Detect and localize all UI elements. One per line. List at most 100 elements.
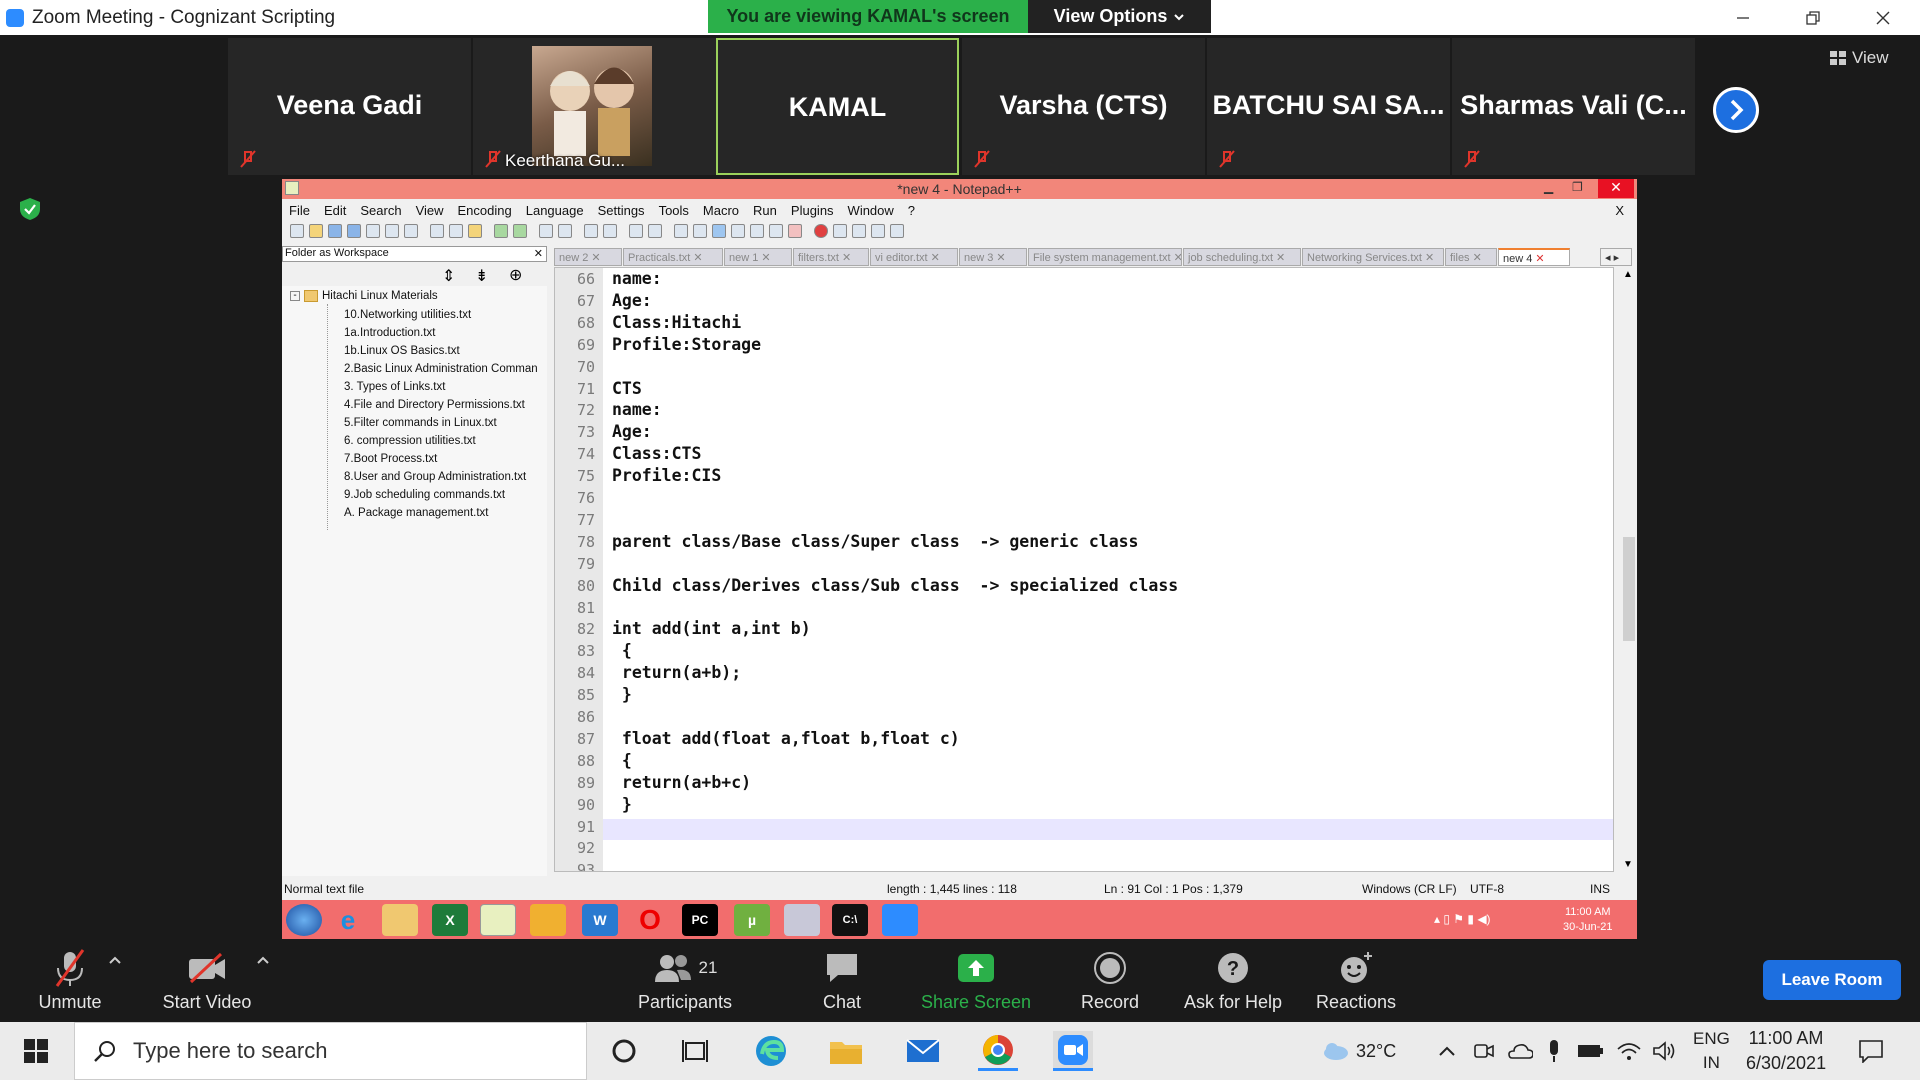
tab-scroll-arrows[interactable]: ◂ ▸	[1600, 248, 1632, 266]
minimize-button[interactable]	[1713, 0, 1773, 35]
cut-icon[interactable]	[430, 224, 444, 238]
undo-icon[interactable]	[494, 224, 508, 238]
reactions-button[interactable]: Reactions	[1286, 945, 1426, 1013]
leave-room-button[interactable]: Leave Room	[1763, 960, 1901, 1000]
remote-opera-icon[interactable]: O	[632, 904, 668, 936]
audio-options-caret[interactable]	[108, 955, 122, 965]
tree-file-item[interactable]: 9.Job scheduling commands.txt	[344, 489, 505, 501]
menu-view[interactable]: View	[409, 200, 451, 220]
collapse-all-icon[interactable]: ⇟	[475, 266, 488, 286]
participants-button[interactable]: 21 Participants	[615, 945, 755, 1013]
save-icon[interactable]	[328, 224, 342, 238]
tab-new-2[interactable]: new 2 ✕	[554, 248, 622, 266]
find-icon[interactable]	[539, 224, 553, 238]
menu-window[interactable]: Window	[841, 200, 901, 220]
locate-file-icon[interactable]: ⊕	[509, 265, 522, 285]
close-document-x[interactable]: X	[1608, 200, 1631, 218]
open-file-icon[interactable]	[309, 224, 323, 238]
menu-encoding[interactable]: Encoding	[451, 200, 519, 220]
tree-file-item[interactable]: 3. Types of Links.txt	[344, 381, 445, 393]
npp-close-button[interactable]: ✕	[1598, 179, 1634, 198]
tab-new-4[interactable]: new 4 ✕	[1498, 248, 1570, 266]
npp-restore-button[interactable]: ❐	[1572, 180, 1583, 194]
menu-edit[interactable]: Edit	[317, 200, 353, 220]
tab-vi-editor[interactable]: vi editor.txt ✕	[870, 248, 958, 266]
remote-notepadpp-icon[interactable]	[480, 904, 516, 936]
participant-tile[interactable]: Veena Gadi	[228, 38, 471, 175]
indent-guide-icon[interactable]	[712, 224, 726, 238]
tree-file-item[interactable]: 5.Filter commands in Linux.txt	[344, 417, 497, 429]
paste-icon[interactable]	[468, 224, 482, 238]
remote-pycharm-icon[interactable]: PC	[682, 904, 718, 936]
tree-file-item[interactable]: A. Package management.txt	[344, 507, 488, 519]
tab-new-3[interactable]: new 3 ✕	[959, 248, 1027, 266]
zoom-taskbar-icon[interactable]	[1053, 1031, 1093, 1071]
text-editor[interactable]: 66 67 68 69 70 71 72 73 74 75 76 77 78 79 80 81 82 83 84 85…	[554, 267, 1614, 872]
remote-cmd-icon[interactable]: C:\	[832, 904, 868, 936]
menu-run[interactable]: Run	[746, 200, 784, 220]
npp-minimize-button[interactable]: ▁	[1544, 180, 1553, 194]
wifi-icon[interactable]	[1616, 1022, 1642, 1080]
menu-settings[interactable]: Settings	[591, 200, 652, 220]
word-wrap-icon[interactable]	[674, 224, 688, 238]
microphone-in-use-icon[interactable]	[1547, 1022, 1561, 1080]
volume-icon[interactable]	[1652, 1022, 1678, 1080]
play-macro-icon[interactable]	[852, 224, 866, 238]
show-all-chars-icon[interactable]	[693, 224, 707, 238]
collapse-node-icon[interactable]: -	[290, 291, 300, 301]
expand-all-icon[interactable]: ⇕	[442, 266, 455, 286]
save-macro-icon[interactable]	[890, 224, 904, 238]
participant-tile[interactable]: Keerthana Gu...	[473, 38, 716, 175]
share-screen-button[interactable]: Share Screen	[906, 945, 1046, 1013]
tab-job-scheduling[interactable]: job scheduling.txt ✕	[1183, 248, 1301, 266]
file-explorer-icon[interactable]	[826, 1031, 866, 1071]
tab-practicals[interactable]: Practicals.txt ✕	[623, 248, 723, 266]
participant-tile[interactable]: Varsha (CTS)	[962, 38, 1205, 175]
battery-icon[interactable]	[1577, 1022, 1605, 1080]
remote-tray-icons[interactable]: ▴ ▯ ⚑ ▮ ◀)	[1434, 912, 1491, 926]
weather-widget[interactable]: 32°C	[1322, 1022, 1396, 1080]
remote-excel-icon[interactable]: X	[432, 904, 468, 936]
tab-file-system-management[interactable]: File system management.txt ✕	[1028, 248, 1182, 266]
remote-ie-icon[interactable]: e	[330, 904, 366, 936]
tab-filters[interactable]: filters.txt ✕	[793, 248, 869, 266]
tree-file-item[interactable]: 7.Boot Process.txt	[344, 453, 437, 465]
notifications-icon[interactable]	[1858, 1022, 1884, 1080]
tab-networking-services[interactable]: Networking Services.txt ✕	[1302, 248, 1444, 266]
menu-tools[interactable]: Tools	[652, 200, 696, 220]
tab-files[interactable]: files ✕	[1445, 248, 1497, 266]
windows-start-icon[interactable]	[16, 1031, 56, 1071]
zoom-out-icon[interactable]	[603, 224, 617, 238]
close-all-icon[interactable]	[385, 224, 399, 238]
vertical-scrollbar[interactable]: ▲ ▼	[1619, 267, 1637, 872]
run-macro-multiple-icon[interactable]	[871, 224, 885, 238]
remote-utorrent-icon[interactable]: µ	[734, 904, 770, 936]
new-file-icon[interactable]	[290, 224, 304, 238]
remote-explorer-icon[interactable]	[382, 904, 418, 936]
tab-new-1[interactable]: new 1 ✕	[724, 248, 792, 266]
restore-button[interactable]	[1783, 0, 1843, 35]
cortana-icon[interactable]	[604, 1031, 644, 1071]
function-list-icon[interactable]	[750, 224, 764, 238]
taskbar-search-box[interactable]: Type here to search	[74, 1022, 587, 1080]
tree-file-item[interactable]: 8.User and Group Administration.txt	[344, 471, 526, 483]
folder-workspace-icon[interactable]	[769, 224, 783, 238]
tree-file-item[interactable]: 10.Networking utilities.txt	[344, 309, 471, 321]
tree-file-item[interactable]: 1b.Linux OS Basics.txt	[344, 345, 460, 357]
menu-file[interactable]: File	[282, 200, 317, 220]
tree-file-item[interactable]: 2.Basic Linux Administration Comman	[344, 363, 538, 375]
tree-root[interactable]: - Hitachi Linux Materials	[290, 290, 438, 302]
tree-file-item[interactable]: 1a.Introduction.txt	[344, 327, 435, 339]
menu-macro[interactable]: Macro	[696, 200, 746, 220]
show-hidden-icons-chevron-icon[interactable]	[1438, 1022, 1456, 1080]
participant-tile[interactable]: Sharmas Vali (C...	[1452, 38, 1695, 175]
remote-start-orb-icon[interactable]	[286, 904, 322, 936]
print-icon[interactable]	[404, 224, 418, 238]
remote-app-icon[interactable]	[530, 904, 566, 936]
participant-tile-active[interactable]: KAMAL	[716, 38, 959, 175]
meet-now-icon[interactable]	[1473, 1022, 1495, 1080]
scroll-down-icon[interactable]: ▼	[1623, 859, 1633, 870]
doc-map-icon[interactable]	[731, 224, 745, 238]
security-shield-icon[interactable]	[18, 197, 42, 221]
sync-v-icon[interactable]	[629, 224, 643, 238]
